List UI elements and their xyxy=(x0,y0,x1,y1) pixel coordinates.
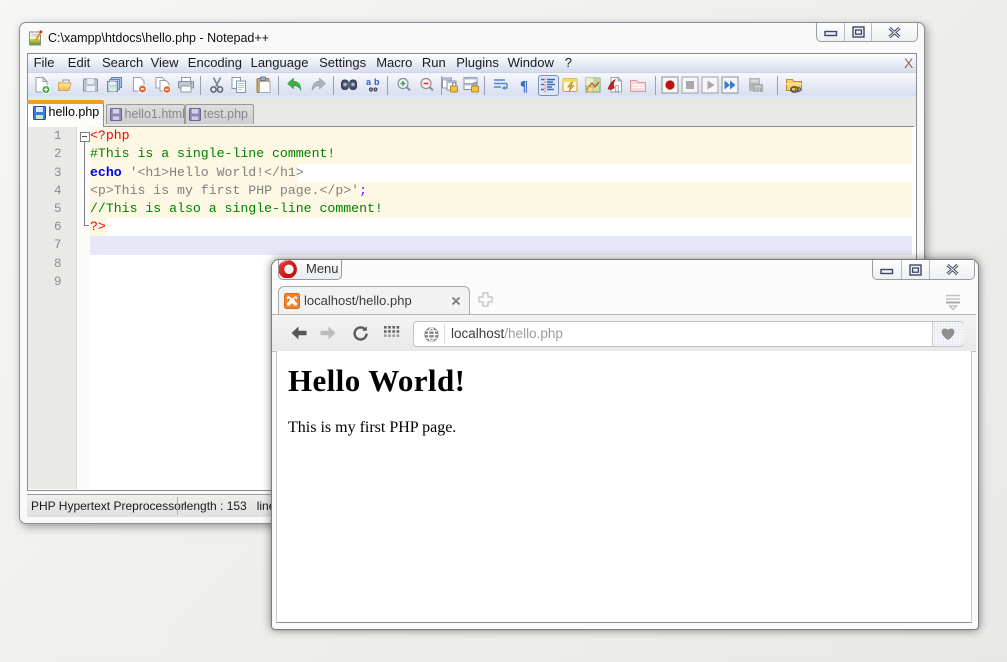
svg-text:b: b xyxy=(374,77,380,87)
svg-text:a: a xyxy=(366,77,372,87)
svg-text:[]: [] xyxy=(615,86,619,93)
svg-text:¶: ¶ xyxy=(520,79,528,95)
